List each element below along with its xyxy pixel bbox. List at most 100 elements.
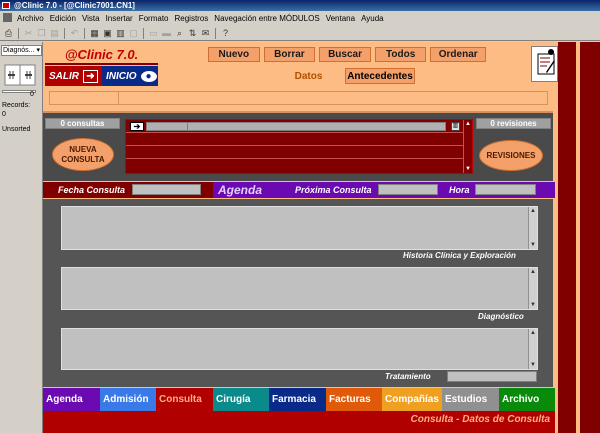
info-cell[interactable] bbox=[50, 92, 119, 104]
buscar-button[interactable]: Buscar bbox=[319, 47, 371, 62]
menu-navegacion[interactable]: Navegación entre MÓDULOS bbox=[211, 11, 322, 26]
salir-label: SALIR bbox=[49, 70, 79, 82]
undo-icon[interactable]: ↶ bbox=[69, 28, 80, 39]
cut-icon[interactable]: ✂ bbox=[23, 28, 34, 39]
fecha-consulta-field[interactable] bbox=[132, 184, 201, 195]
agenda-link[interactable]: Agenda bbox=[218, 183, 262, 197]
module-tab-consulta[interactable]: Consulta bbox=[156, 388, 213, 411]
delete-record-icon[interactable]: ▬ bbox=[161, 28, 172, 39]
toolbar-divider bbox=[84, 27, 85, 39]
portal-row-field[interactable] bbox=[146, 122, 446, 131]
menu-ventana[interactable]: Ventana bbox=[323, 11, 358, 26]
new-record-icon[interactable]: ▭ bbox=[148, 28, 159, 39]
module-tab-estudios[interactable]: Estudios bbox=[442, 388, 499, 411]
note-scrollbar[interactable]: ▲ ▼ bbox=[528, 268, 537, 309]
portal-row[interactable]: ➔ ▥ bbox=[126, 120, 464, 133]
module-tab-agenda[interactable]: Agenda bbox=[43, 388, 100, 411]
right-decor-bar bbox=[558, 42, 600, 433]
mail-icon[interactable]: ✉ bbox=[200, 28, 211, 39]
toolbar-divider bbox=[18, 27, 19, 39]
inicio-button[interactable]: INICIO ● bbox=[102, 66, 158, 86]
historia-clinica-field[interactable]: ▲ ▼ bbox=[61, 206, 538, 250]
tratamiento-extra-field[interactable] bbox=[447, 371, 537, 382]
scroll-down-icon[interactable]: ▼ bbox=[529, 361, 537, 369]
hora-field[interactable] bbox=[475, 184, 536, 195]
diagnostico-label: Diagnóstico bbox=[478, 312, 524, 321]
nuevo-button[interactable]: Nuevo bbox=[208, 47, 260, 62]
note-scrollbar[interactable]: ▲ ▼ bbox=[528, 207, 537, 249]
toolbar-divider bbox=[143, 27, 144, 39]
find-mode-icon[interactable]: ▣ bbox=[102, 28, 113, 39]
proxima-consulta-field[interactable] bbox=[378, 184, 438, 195]
exit-icon: ➜ bbox=[83, 69, 98, 83]
nueva-consulta-button[interactable]: NUEVA CONSULTA bbox=[52, 138, 114, 171]
toolbar: ⎙ ✂ ❐ ▤ ↶ ▦ ▣ ▥ ▢ ▭ ▬ ⌕ ⇅ ✉ ? bbox=[0, 26, 600, 41]
delete-row-icon[interactable]: ▥ bbox=[451, 122, 460, 131]
patient-info-bar bbox=[49, 91, 548, 105]
footer-title: Consulta - Datos de Consulta bbox=[410, 414, 550, 425]
menu-formato[interactable]: Formato bbox=[136, 11, 172, 26]
paste-icon[interactable]: ▤ bbox=[49, 28, 60, 39]
scroll-up-icon[interactable]: ▲ bbox=[529, 329, 537, 337]
app-icon bbox=[2, 2, 10, 9]
copy-icon[interactable]: ❐ bbox=[36, 28, 47, 39]
print-icon[interactable]: ⎙ bbox=[3, 28, 14, 39]
module-tab-facturas[interactable]: Facturas bbox=[326, 388, 382, 411]
browse-mode-icon[interactable]: ▦ bbox=[89, 28, 100, 39]
borrar-button[interactable]: Borrar bbox=[263, 47, 316, 62]
module-tabs: Agenda Admisión Consulta Cirugía Farmaci… bbox=[43, 388, 555, 411]
consultas-portal[interactable]: ➔ ▥ ▲ ▼ bbox=[125, 119, 473, 174]
revisiones-button[interactable]: REVISIONES bbox=[479, 140, 543, 171]
records-info: Records: 0 bbox=[2, 101, 30, 119]
scroll-down-icon[interactable]: ▼ bbox=[529, 301, 537, 309]
diagnostico-field[interactable]: ▲ ▼ bbox=[61, 267, 538, 310]
historia-clinica-label: Historia Clínica y Exploración bbox=[403, 251, 516, 260]
records-label: Records: bbox=[2, 102, 31, 109]
ordenar-button[interactable]: Ordenar bbox=[430, 47, 487, 62]
portal-scrollbar[interactable]: ▲ ▼ bbox=[463, 120, 472, 173]
book-navigator-icon[interactable] bbox=[4, 62, 36, 88]
find-icon[interactable]: ⌕ bbox=[174, 28, 185, 39]
preview-mode-icon[interactable]: ▢ bbox=[128, 28, 139, 39]
module-tab-cirugia[interactable]: Cirugía bbox=[213, 388, 269, 411]
sort-status: Unsorted bbox=[2, 126, 31, 133]
module-tab-admision[interactable]: Admisión bbox=[100, 388, 156, 411]
scroll-up-icon[interactable]: ▲ bbox=[464, 120, 472, 128]
layout-selector-value: Diagnós... bbox=[3, 47, 35, 54]
menu-insertar[interactable]: Insertar bbox=[103, 11, 136, 26]
tab-antecedentes[interactable]: Antecedentes bbox=[345, 68, 415, 84]
module-tab-farmacia[interactable]: Farmacia bbox=[269, 388, 326, 411]
document-icon[interactable] bbox=[3, 13, 12, 22]
menu-registros[interactable]: Registros bbox=[172, 11, 212, 26]
module-tab-archivo[interactable]: Archivo bbox=[499, 388, 555, 411]
record-number[interactable]: 0 bbox=[30, 91, 34, 98]
layout-mode-icon[interactable]: ▥ bbox=[115, 28, 126, 39]
salir-button[interactable]: SALIR ➜ bbox=[45, 66, 102, 86]
note-scrollbar[interactable]: ▲ ▼ bbox=[528, 329, 537, 369]
scroll-up-icon[interactable]: ▲ bbox=[529, 268, 537, 276]
menu-edicion[interactable]: Edición bbox=[47, 11, 79, 26]
menu-archivo[interactable]: Archivo bbox=[14, 11, 47, 26]
doctor-writing-icon bbox=[537, 49, 555, 75]
portal-row[interactable] bbox=[126, 133, 464, 146]
go-to-record-icon[interactable]: ➔ bbox=[130, 122, 144, 131]
toolbar-divider bbox=[64, 27, 65, 39]
scroll-down-icon[interactable]: ▼ bbox=[529, 241, 537, 249]
tratamiento-field[interactable]: ▲ ▼ bbox=[61, 328, 538, 370]
scroll-down-icon[interactable]: ▼ bbox=[464, 165, 472, 173]
window-title: @Clinic 7.0 - [@Clinic7001.CN1] bbox=[14, 1, 135, 10]
sort-icon[interactable]: ⇅ bbox=[187, 28, 198, 39]
revisiones-count: 0 revisiones bbox=[476, 118, 551, 129]
portal-row[interactable] bbox=[126, 146, 464, 159]
portal-row[interactable] bbox=[126, 159, 464, 172]
menu-ayuda[interactable]: Ayuda bbox=[358, 11, 387, 26]
tab-datos[interactable]: Datos bbox=[276, 68, 341, 84]
layout-selector[interactable]: Diagnós... ▾ bbox=[1, 45, 42, 56]
info-cell[interactable] bbox=[119, 92, 549, 104]
scroll-up-icon[interactable]: ▲ bbox=[529, 207, 537, 215]
inicio-label: INICIO bbox=[106, 70, 137, 82]
module-tab-companias[interactable]: Compañías bbox=[382, 388, 442, 411]
help-icon[interactable]: ? bbox=[220, 28, 231, 39]
menu-vista[interactable]: Vista bbox=[79, 11, 103, 26]
todos-button[interactable]: Todos bbox=[374, 47, 427, 62]
